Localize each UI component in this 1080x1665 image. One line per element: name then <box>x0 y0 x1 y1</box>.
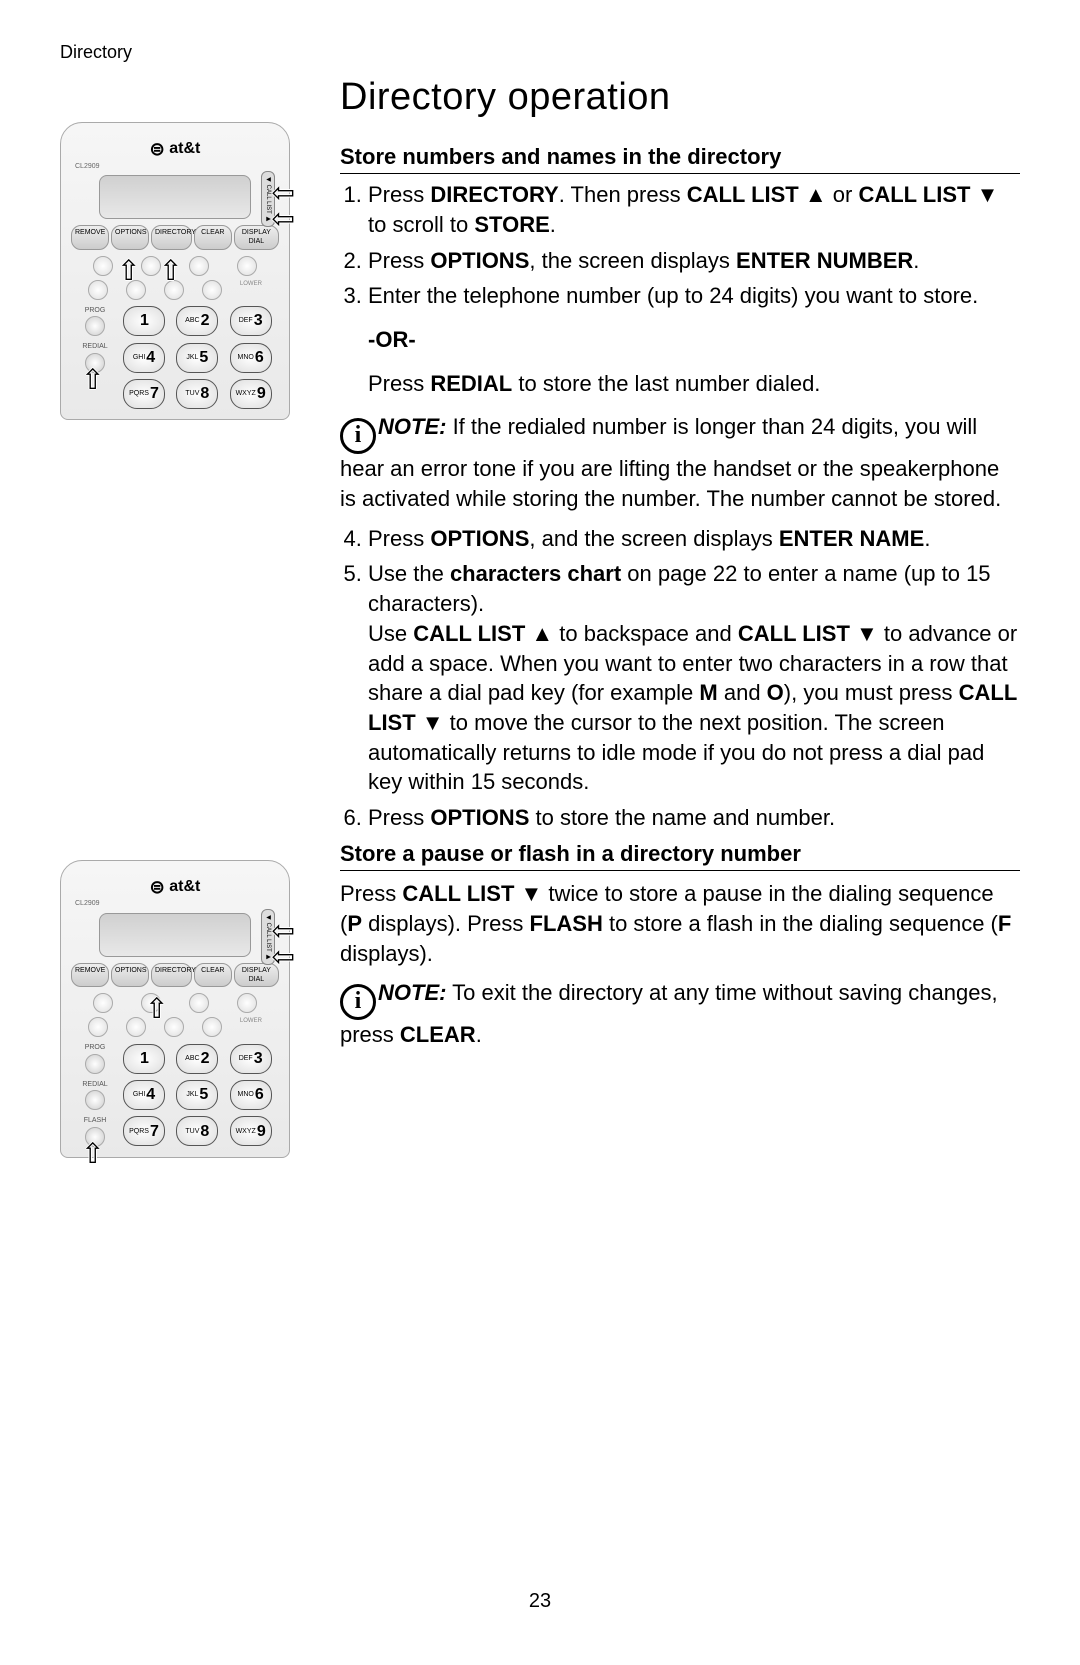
keypad: PROG 1 ABC2 DEF3 REDIAL GHI4 JKL5 MNO6 F… <box>77 1043 273 1146</box>
key-2: ABC2 <box>176 1044 218 1074</box>
key-4: GHI4 <box>123 1080 165 1110</box>
phone-screen <box>99 175 251 219</box>
fn-clear: CLEAR <box>194 225 232 250</box>
step-4: Press OPTIONS, and the screen displays E… <box>368 524 1020 554</box>
phone-illustration-1: ⊜ at&t CL2909 ◀ CALL LIST ▶ ⇦ ⇦ REMOVE O… <box>60 122 290 419</box>
fn-options: OPTIONS <box>111 225 149 250</box>
step-1: Press DIRECTORY. Then press CALL LIST ▲ … <box>368 180 1020 239</box>
note-1: iNOTE: If the redialed number is longer … <box>340 412 1020 513</box>
pointer-arrow-icon: ⇧ <box>159 257 182 285</box>
keypad: PROG 1 ABC2 DEF3 REDIAL⇧ GHI4 JKL5 MNO6 … <box>77 306 273 409</box>
redial-instruction: Press REDIAL to store the last number di… <box>368 369 1020 399</box>
key-8: TUV8 <box>176 1116 218 1146</box>
memory-row: LOWER <box>79 1017 271 1037</box>
section-heading: Store a pause or flash in a directory nu… <box>340 839 1020 872</box>
pointer-arrow-icon: ⇧ <box>145 995 168 1023</box>
section2-paragraph: Press CALL LIST ▼ twice to store a pause… <box>340 879 1020 968</box>
key-3: DEF3 <box>230 1044 272 1074</box>
key-5: JKL5 <box>176 343 218 373</box>
memory-row <box>79 993 271 1013</box>
phone-brand: ⊜ at&t <box>71 137 279 161</box>
note-2: iNOTE: To exit the directory at any time… <box>340 978 1020 1050</box>
step-6: Press OPTIONS to store the name and numb… <box>368 803 1020 833</box>
fn-directory: DIRECTORY <box>151 225 192 250</box>
phone-model: CL2909 <box>75 899 279 908</box>
info-icon: i <box>340 418 376 454</box>
step-3: Enter the telephone number (up to 24 dig… <box>368 281 1020 311</box>
fn-options: OPTIONS <box>111 963 149 988</box>
function-row: REMOVE OPTIONS DIRECTORY CLEAR DISPLAY D… <box>71 225 279 250</box>
page-title: Directory operation <box>340 72 1020 123</box>
key-3: DEF3 <box>230 306 272 336</box>
pointer-arrow-icon: ⇧ <box>117 257 140 285</box>
illustration-column: ⊜ at&t CL2909 ◀ CALL LIST ▶ ⇦ ⇦ REMOVE O… <box>60 72 310 1157</box>
fn-remove: REMOVE <box>71 963 109 988</box>
content-column: Directory operation Store numbers and na… <box>340 72 1020 1157</box>
info-icon: i <box>340 984 376 1020</box>
step-2: Press OPTIONS, the screen displays ENTER… <box>368 246 1020 276</box>
phone-screen <box>99 913 251 957</box>
key-2: ABC2 <box>176 306 218 336</box>
phone-model: CL2909 <box>75 162 279 171</box>
key-4: GHI4 <box>123 343 165 373</box>
key-9: WXYZ9 <box>230 1116 272 1146</box>
pointer-arrow-icon: ⇧ <box>81 1140 104 1168</box>
key-6: MNO6 <box>230 1080 272 1110</box>
pointer-arrow-icon: ⇦ <box>272 205 295 233</box>
steps-list-2: Press OPTIONS, and the screen displays E… <box>340 524 1020 833</box>
key-9: WXYZ9 <box>230 379 272 409</box>
section-heading: Store numbers and names in the directory <box>340 142 1020 175</box>
globe-icon: ⊜ <box>150 875 165 899</box>
fn-directory: DIRECTORY <box>151 963 192 988</box>
steps-list-1: Press DIRECTORY. Then press CALL LIST ▲ … <box>340 180 1020 311</box>
page-header-label: Directory <box>60 40 1020 64</box>
page-number: 23 <box>0 1588 1080 1615</box>
key-5: JKL5 <box>176 1080 218 1110</box>
pointer-arrow-icon: ⇦ <box>272 943 295 971</box>
key-7: PQRS7 <box>123 1116 165 1146</box>
pointer-arrow-icon: ⇧ <box>81 366 104 394</box>
or-label: -OR- <box>368 325 1020 355</box>
globe-icon: ⊜ <box>150 137 165 161</box>
phone-illustration-2: ⊜ at&t CL2909 ◀ CALL LIST ▶ ⇦ ⇦ REMOVE O… <box>60 860 290 1158</box>
fn-clear: CLEAR <box>194 963 232 988</box>
key-8: TUV8 <box>176 379 218 409</box>
fn-remove: REMOVE <box>71 225 109 250</box>
key-1: 1 <box>123 1044 165 1074</box>
function-row: REMOVE OPTIONS DIRECTORY CLEAR DISPLAY D… <box>71 963 279 988</box>
key-1: 1 <box>123 306 165 336</box>
key-6: MNO6 <box>230 343 272 373</box>
key-7: PQRS7 <box>123 379 165 409</box>
step-5: Use the characters chart on page 22 to e… <box>368 559 1020 797</box>
phone-brand: ⊜ at&t <box>71 875 279 899</box>
